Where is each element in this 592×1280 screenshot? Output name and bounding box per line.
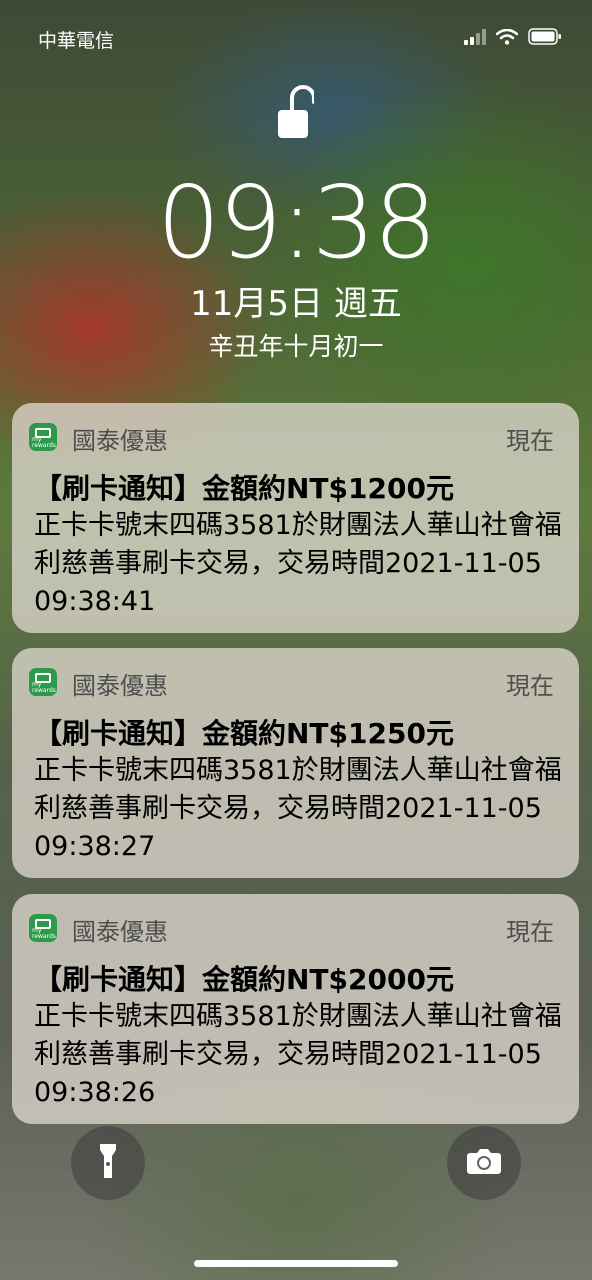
- notification-app-name: 國泰優惠: [72, 427, 168, 455]
- camera-icon: [466, 1147, 502, 1179]
- lunar-date: 辛丑年十月初一: [208, 332, 384, 361]
- flashlight-button[interactable]: [71, 1126, 145, 1200]
- lock-screen-date: 11月5日 週五: [190, 284, 402, 324]
- notification-title: 【刷卡通知】金額約NT$1250元: [34, 717, 454, 750]
- notification-card[interactable]: my rewards 國泰優惠 現在 【刷卡通知】金額約NT$1250元 正卡卡…: [12, 648, 579, 878]
- status-bar: 中華電信: [0, 24, 592, 54]
- notification-body: 正卡卡號末四碼3581於財團法人華山社會福利慈善事刷卡交易，交易時間2021-1…: [34, 1001, 562, 1108]
- notification-card[interactable]: my rewards 國泰優惠 現在 【刷卡通知】金額約NT$2000元 正卡卡…: [12, 894, 579, 1124]
- system-icons: [464, 28, 562, 49]
- flashlight-icon: [98, 1142, 118, 1184]
- notification-body: 正卡卡號末四碼3581於財團法人華山社會福利慈善事刷卡交易，交易時間2021-1…: [34, 755, 562, 862]
- home-indicator[interactable]: [194, 1260, 398, 1267]
- app-icon: my rewards: [29, 423, 57, 451]
- wifi-icon: [495, 28, 519, 49]
- notification-app-name: 國泰優惠: [72, 918, 168, 946]
- signal-bars-icon: [464, 28, 486, 49]
- app-icon: my rewards: [29, 914, 57, 942]
- notification-card[interactable]: my rewards 國泰優惠 現在 【刷卡通知】金額約NT$1200元 正卡卡…: [12, 403, 579, 633]
- carrier-name: 中華電信: [38, 30, 115, 52]
- app-icon: my rewards: [29, 668, 57, 696]
- unlocked-padlock-icon: [278, 84, 316, 144]
- notification-time: 現在: [506, 672, 554, 700]
- notification-app-name: 國泰優惠: [72, 672, 168, 700]
- notification-body: 正卡卡號末四碼3581於財團法人華山社會福利慈善事刷卡交易，交易時間2021-1…: [34, 510, 562, 617]
- camera-button[interactable]: [447, 1126, 521, 1200]
- lock-screen-time: 09:38: [156, 164, 437, 281]
- battery-icon: [528, 28, 562, 49]
- notification-title: 【刷卡通知】金額約NT$2000元: [34, 963, 454, 996]
- notification-time: 現在: [506, 427, 554, 455]
- notification-time: 現在: [506, 918, 554, 946]
- notification-title: 【刷卡通知】金額約NT$1200元: [34, 472, 454, 505]
